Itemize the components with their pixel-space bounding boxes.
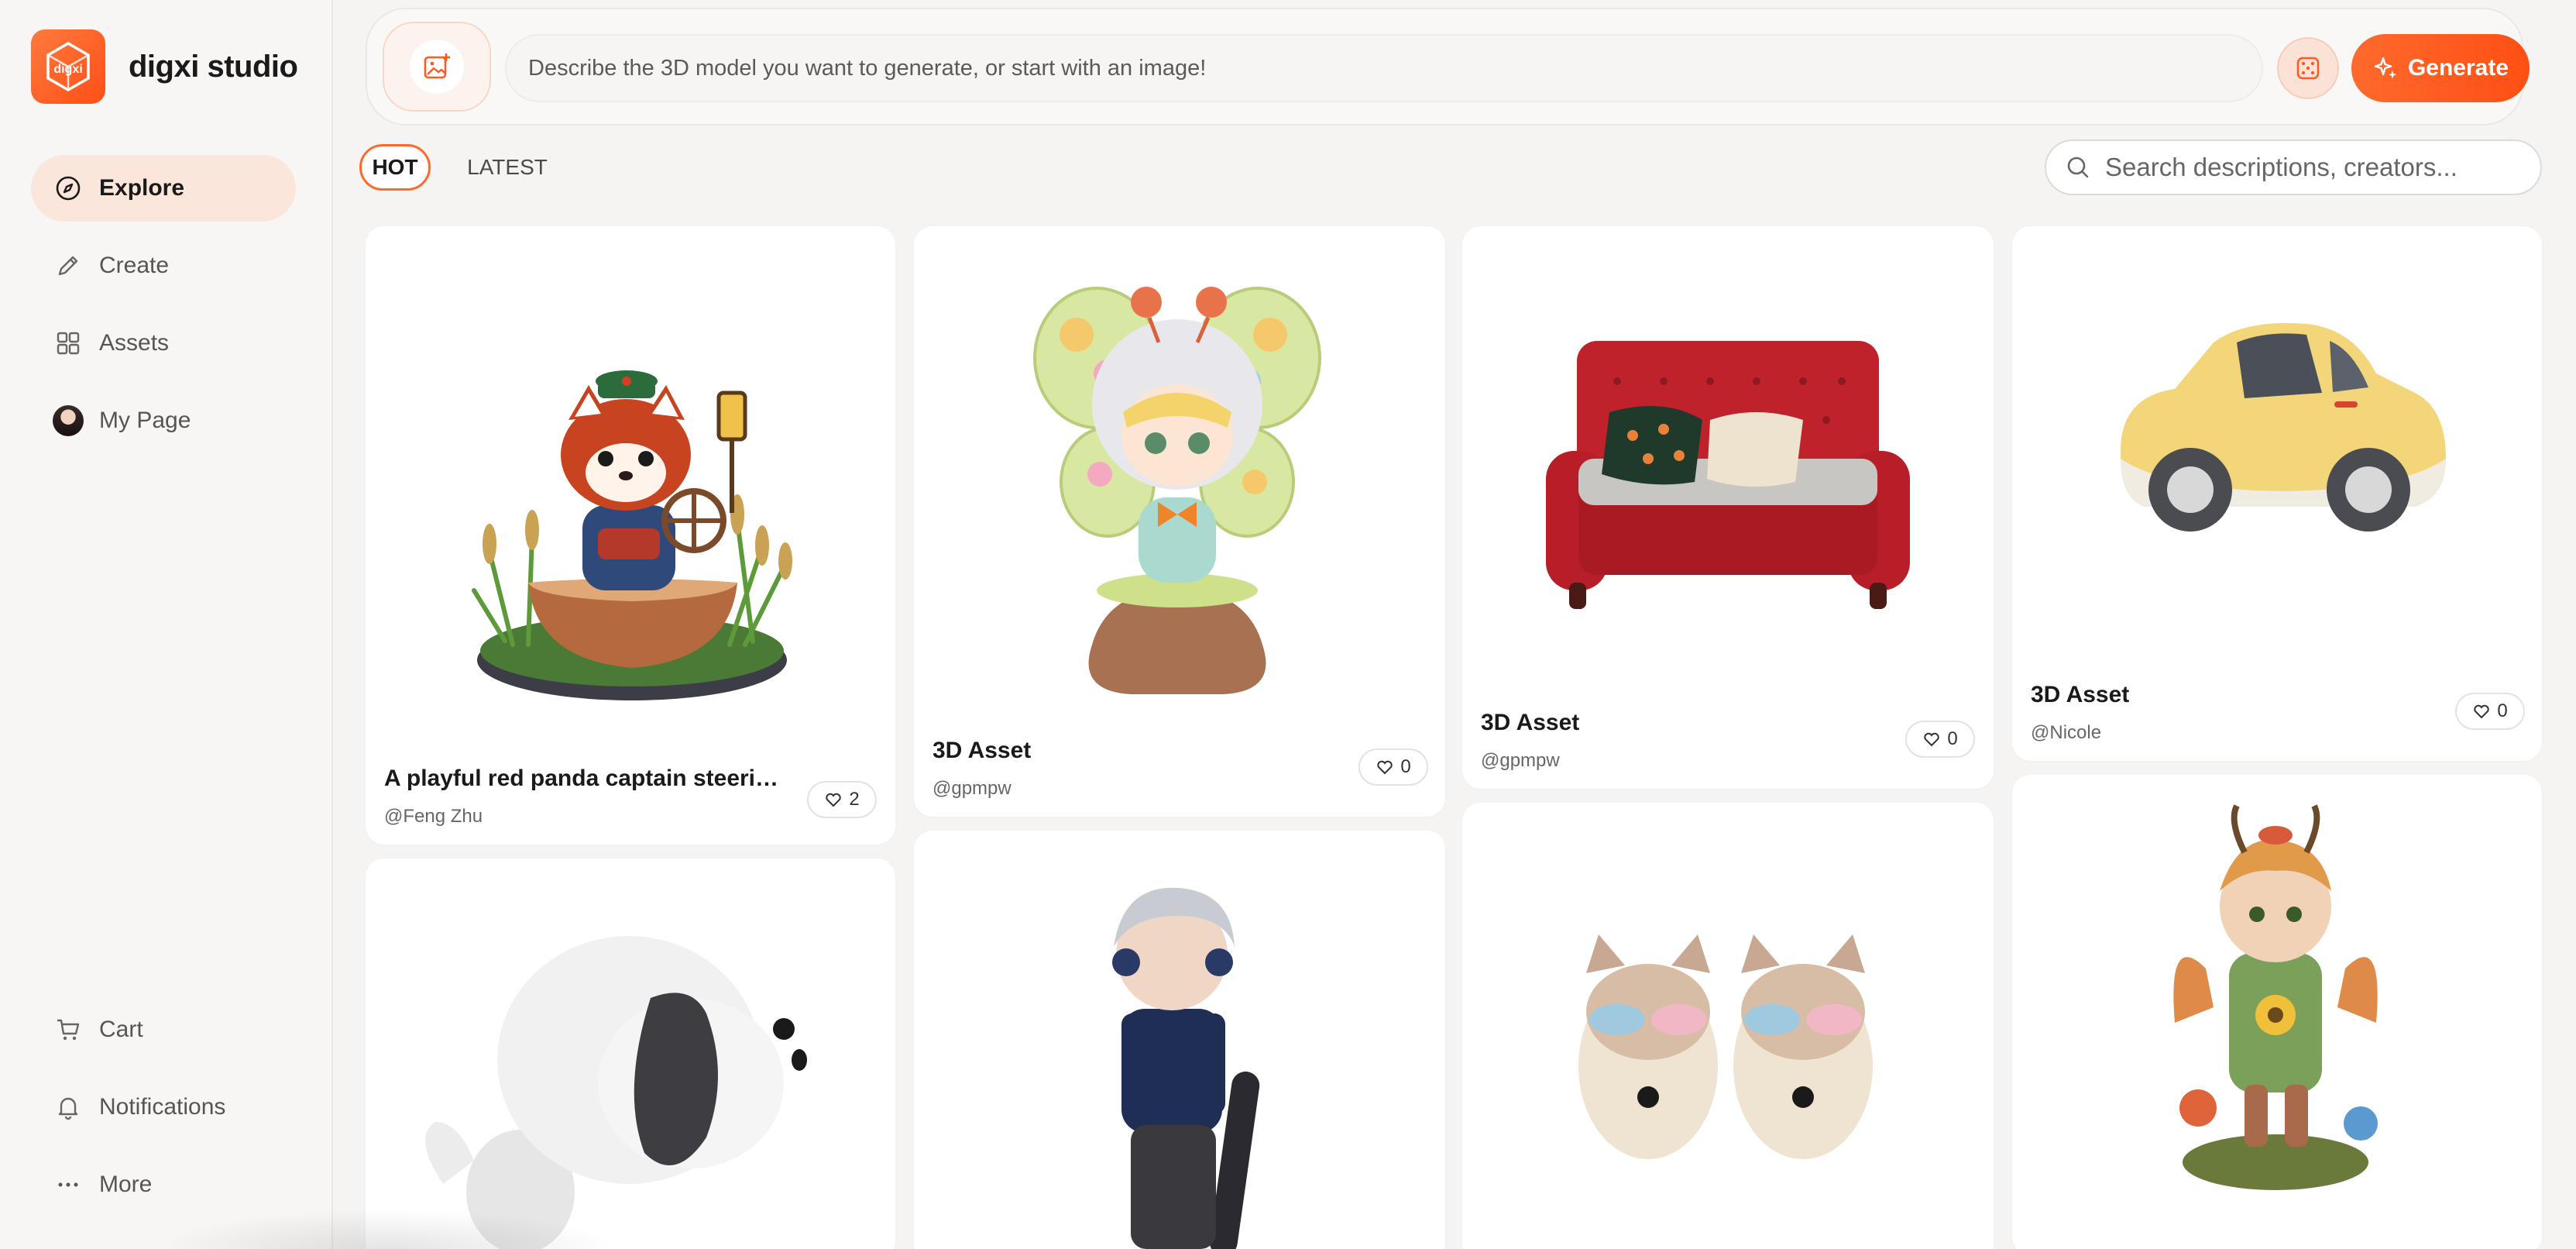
brand[interactable]: digxi digxi studio [31,29,298,104]
card-creator[interactable]: @gpmpw [933,778,1012,800]
nav-item-my-page[interactable]: My Page [31,387,296,454]
red-sofa-image [1546,341,1910,609]
nav-item-explore[interactable]: Explore [31,155,296,222]
sparkle-icon [2374,57,2396,79]
nav-label: Explore [99,175,185,201]
nav-item-cart[interactable]: Cart [31,996,296,1063]
nav-item-notifications[interactable]: Notifications [31,1074,296,1141]
red-panda-boat-image [472,370,792,700]
asset-card[interactable]: 3D Asset @Nicole 0 [2012,226,2542,761]
asset-card[interactable] [1462,803,1994,1249]
scroll-shadow [155,1209,620,1249]
forest-fairy-image [2173,804,2378,1190]
generate-label: Generate [2407,55,2509,81]
avatar [53,405,84,436]
asset-card[interactable]: A playful red panda captain steering a..… [366,226,895,845]
white-puppy-image [425,936,807,1249]
sidebar: digxi digxi studio Explore Create Assets… [0,0,333,1249]
search-icon [2067,157,2089,178]
like-count: 0 [2497,700,2508,721]
asset-card[interactable]: 3D Asset @gpmpw 0 [1462,226,1994,789]
cat-figures-image [1578,934,1873,1159]
dice-icon [2296,57,2320,80]
asset-card[interactable] [914,831,1445,1249]
card-title: A playful red panda captain steering a..… [384,766,787,791]
brand-logo: digxi [31,29,105,104]
like-count: 0 [1947,728,1958,749]
like-count: 0 [1400,756,1411,777]
prompt-bar: Generate [366,8,2530,126]
prompt-input[interactable] [505,34,2263,102]
tab-hot[interactable]: HOT [359,144,431,191]
like-count: 2 [849,789,860,810]
image-plus-icon [410,40,464,94]
tab-latest[interactable]: LATEST [457,144,558,191]
butterfly-doll-image [1033,287,1321,694]
grid-icon [54,329,82,357]
compass-icon [54,174,82,202]
like-button[interactable]: 2 [807,781,877,818]
heart-icon [1924,732,1939,747]
random-prompt-button[interactable] [2277,37,2339,99]
search-input[interactable]: Search descriptions, creators... [2045,139,2542,195]
skater-boy-image [1112,887,1260,1249]
nav-label: More [99,1172,153,1197]
yellow-car-image [2121,323,2446,532]
nav-label: Notifications [99,1094,226,1120]
card-creator[interactable]: @Nicole [2031,722,2101,744]
card-creator[interactable]: @gpmpw [1481,750,1560,772]
heart-icon [2474,704,2489,719]
like-button[interactable]: 0 [2455,693,2525,730]
upload-image-button[interactable] [383,22,491,112]
bell-icon [54,1093,82,1121]
nav-label: My Page [99,408,191,433]
heart-icon [1377,760,1393,775]
like-button[interactable]: 0 [1358,748,1428,786]
nav-label: Cart [99,1017,143,1042]
card-title: 3D Asset [933,738,1032,763]
cart-icon [54,1016,82,1044]
brand-name: digxi studio [129,49,298,84]
svg-text:digxi: digxi [53,63,82,76]
card-title: 3D Asset [1481,710,1580,735]
generate-button[interactable]: Generate [2351,34,2530,102]
more-dots-icon [54,1171,82,1199]
like-button[interactable]: 0 [1905,721,1975,758]
card-creator[interactable]: @Feng Zhu [384,806,483,828]
asset-card[interactable]: 3D Asset @gpmpw 0 [914,226,1445,817]
nav-label: Create [99,253,170,278]
search-placeholder: Search descriptions, creators... [2105,153,2458,181]
nav-item-assets[interactable]: Assets [31,310,296,377]
asset-card[interactable] [366,858,895,1249]
asset-card[interactable] [2012,775,2542,1249]
heart-icon [826,793,841,807]
card-title: 3D Asset [2031,682,2130,707]
pencil-icon [54,252,82,280]
nav-item-create[interactable]: Create [31,232,296,299]
nav-label: Assets [99,330,170,356]
